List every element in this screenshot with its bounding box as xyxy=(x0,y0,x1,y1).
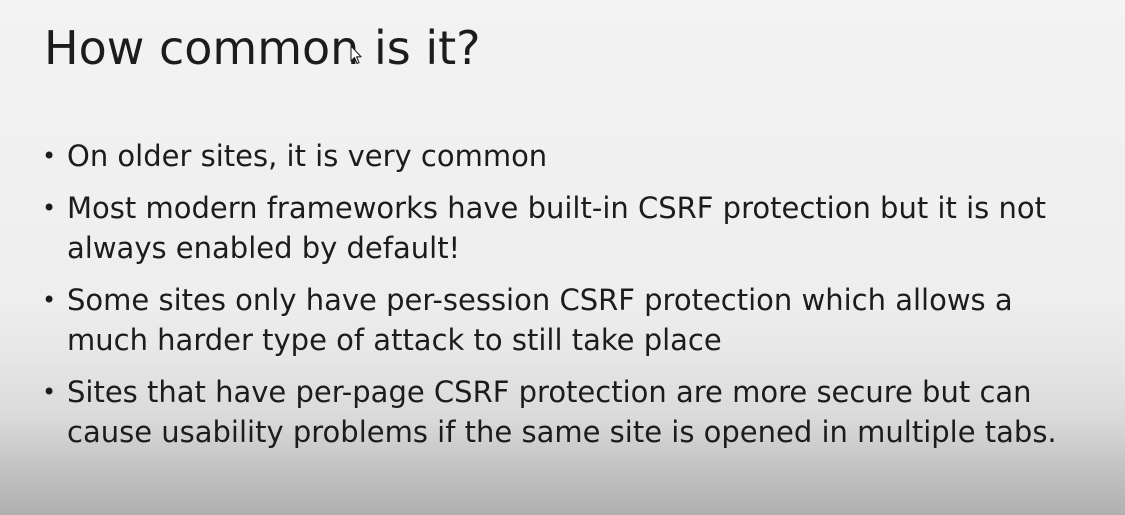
bullet-text-line: much harder type of attack to still take… xyxy=(67,323,722,357)
slide-title: How common is it? xyxy=(44,21,481,75)
bullet-dot-icon: • xyxy=(42,194,57,222)
bullet-text-line: Sites that have per-page CSRF protection… xyxy=(67,375,1032,409)
bullet-item: • Most modern frameworks have built-in C… xyxy=(0,188,1125,268)
bullet-text-line: On older sites, it is very common xyxy=(67,139,548,173)
presentation-slide: How common is it? • On older sites, it i… xyxy=(0,0,1125,515)
bullet-dot-icon: • xyxy=(42,378,57,406)
bullet-item: • Some sites only have per-session CSRF … xyxy=(0,280,1125,360)
bullet-item: • On older sites, it is very common xyxy=(0,136,1125,176)
bullet-item: • Sites that have per-page CSRF protecti… xyxy=(0,372,1125,452)
bullet-text-line: Most modern frameworks have built-in CSR… xyxy=(67,191,1046,225)
bullet-dot-icon: • xyxy=(42,142,57,170)
bullet-text-line: Some sites only have per-session CSRF pr… xyxy=(67,283,1013,317)
bullet-list: • On older sites, it is very common • Mo… xyxy=(0,136,1125,452)
bullet-text-line: cause usability problems if the same sit… xyxy=(67,415,1057,449)
mouse-pointer-icon xyxy=(350,45,362,65)
bullet-text-line: always enabled by default! xyxy=(67,231,461,265)
bullet-dot-icon: • xyxy=(42,286,57,314)
